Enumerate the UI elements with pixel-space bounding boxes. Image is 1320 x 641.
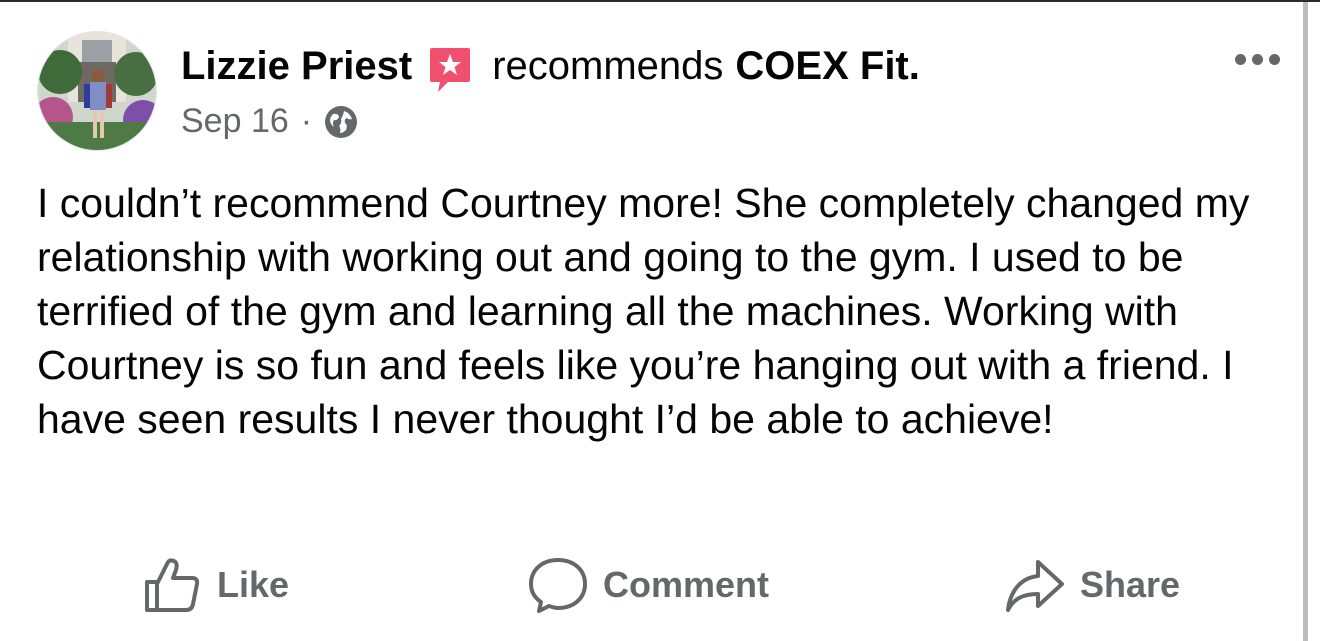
recommend-icon [428,46,472,94]
post-card: Lizzie Priest recommends COEX Fit. Sep 1… [0,0,1320,641]
page-name-link[interactable]: COEX Fit. [735,44,919,89]
like-label: Like [217,564,290,605]
globe-icon [325,105,358,138]
recommends-text: recommends [492,43,724,88]
author-name[interactable]: Lizzie Priest [181,44,412,89]
more-dot-icon [1252,54,1263,65]
post-header: Lizzie Priest recommends COEX Fit. [181,42,920,92]
more-options-button[interactable] [1235,54,1280,65]
more-dot-icon [1235,54,1246,65]
post-body: I couldn’t recommend Courtney more! She … [37,180,1250,442]
avatar-photo [38,32,156,150]
scroll-edge [1303,2,1308,641]
comment-bubble-icon [529,558,587,613]
avatar[interactable] [37,31,157,151]
share-arrow-icon [1006,560,1064,612]
like-button[interactable]: Like [143,556,289,614]
meta-separator: · [300,102,313,140]
post-meta: Sep 16 · [181,102,358,141]
comment-label: Comment [603,564,770,605]
more-dot-icon [1269,54,1280,65]
thumbs-up-icon [145,558,200,612]
post-date[interactable]: Sep 16 [181,102,289,141]
post-actions: Like Comment Share [0,550,1300,620]
share-label: Share [1080,564,1181,605]
share-button[interactable]: Share [1004,556,1180,614]
comment-button[interactable]: Comment [527,556,769,614]
